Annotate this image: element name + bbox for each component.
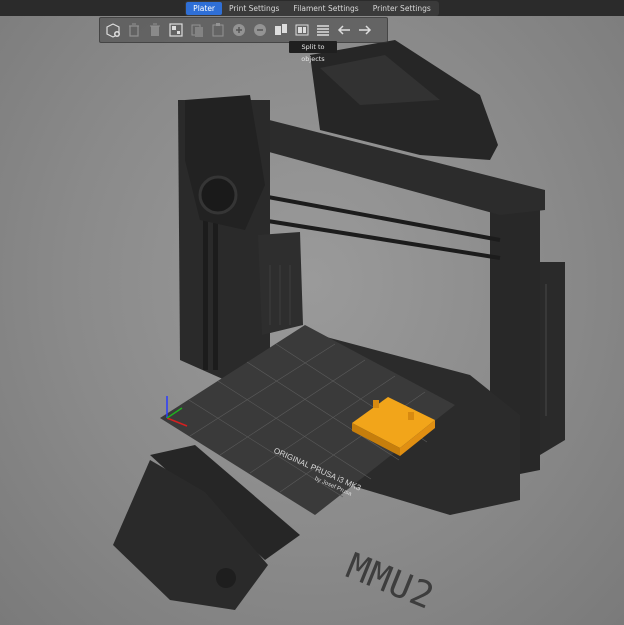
arrange-icon xyxy=(169,23,183,37)
tooltip: Split to objects xyxy=(289,41,337,63)
redo-icon xyxy=(359,25,372,35)
delete-all-icon xyxy=(150,23,160,36)
layers-editing-icon xyxy=(317,25,329,36)
paste-button[interactable] xyxy=(208,20,228,40)
arrange-button[interactable] xyxy=(166,20,186,40)
z-rod-left2 xyxy=(213,210,218,370)
tab-filament-settings[interactable]: Filament Settings xyxy=(286,2,365,15)
extruder-fan xyxy=(198,175,238,215)
split-objects-button[interactable] xyxy=(271,20,291,40)
3d-viewport[interactable] xyxy=(0,0,624,625)
tab-bar: Plater Print Settings Filament Settings … xyxy=(0,0,624,16)
tab-group: Plater Print Settings Filament Settings … xyxy=(185,0,439,16)
remove-instance-icon xyxy=(254,24,266,36)
layers-editing-button[interactable] xyxy=(313,20,333,40)
tab-printer-settings[interactable]: Printer Settings xyxy=(366,2,438,15)
z-rod-left xyxy=(203,210,208,370)
copy-icon xyxy=(191,24,203,37)
paste-icon xyxy=(212,23,224,37)
split-objects-icon xyxy=(275,24,287,35)
split-parts-icon xyxy=(295,24,309,36)
add-instance-button[interactable] xyxy=(229,20,249,40)
toolbar xyxy=(99,17,388,43)
lcd-knob xyxy=(216,568,236,588)
copy-button[interactable] xyxy=(187,20,207,40)
remove-instance-button[interactable] xyxy=(250,20,270,40)
add-object-button[interactable] xyxy=(103,20,123,40)
split-parts-button[interactable] xyxy=(292,20,312,40)
undo-button[interactable] xyxy=(334,20,354,40)
tab-plater[interactable]: Plater xyxy=(186,1,223,15)
tab-print-settings[interactable]: Print Settings xyxy=(222,2,286,15)
delete-button[interactable] xyxy=(124,20,144,40)
undo-icon xyxy=(337,25,350,35)
add-object-icon xyxy=(106,23,120,38)
delete-icon xyxy=(129,23,139,37)
redo-button[interactable] xyxy=(355,20,375,40)
add-instance-icon xyxy=(233,24,245,36)
delete-all-button[interactable] xyxy=(145,20,165,40)
